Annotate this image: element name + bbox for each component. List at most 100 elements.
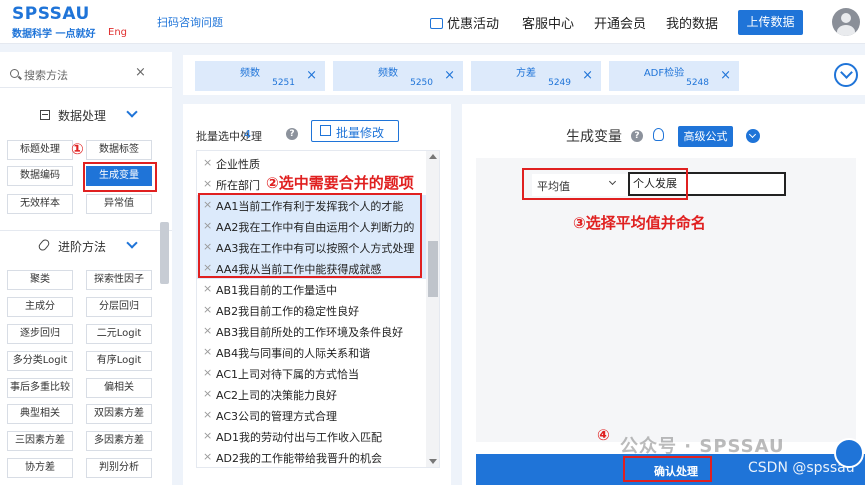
scroll-down-icon[interactable] [429, 459, 437, 464]
left-sidebar: 搜索方法 × 数据处理 标题处理 数据标签 数据编码 生成变量 无效样本 异常值… [0, 52, 172, 485]
annotation-step-3: ③选择平均值并命名 [573, 214, 706, 232]
close-icon[interactable]: × [135, 65, 146, 80]
list-item[interactable]: × AB4我与同事间的人际关系和谐 [197, 342, 427, 363]
nav-membership[interactable]: 开通会员 [594, 13, 646, 32]
generate-variable-panel: 生成变量 ? 高级公式 平均值 个人发展 确认处理 [462, 104, 865, 485]
history-tag[interactable]: ADF检验 5248 × [609, 61, 739, 91]
upload-data-button[interactable]: 上传数据 [738, 10, 803, 35]
section-data-processing[interactable]: 数据处理 [0, 100, 172, 130]
list-item[interactable]: × 企业性质 [197, 153, 427, 174]
wechat-watermark: 公众号 · SPSSAU [620, 436, 785, 457]
tool-efa[interactable]: 探索性因子 [86, 270, 152, 290]
tool-stepwise-regression[interactable]: 逐步回归 [7, 324, 73, 344]
list-item[interactable]: × AB1我目前的工作量适中 [197, 279, 427, 300]
close-icon[interactable]: × [720, 68, 731, 83]
tool-discriminant[interactable]: 判别分析 [86, 458, 152, 478]
selected-count: 4 [244, 128, 251, 141]
tool-ordinal-logit[interactable]: 有序Logit [86, 351, 152, 371]
tool-cluster[interactable]: 聚类 [7, 270, 73, 290]
close-icon[interactable]: × [203, 450, 212, 463]
english-link[interactable]: Eng [108, 27, 127, 38]
tool-invalid-sample[interactable]: 无效样本 [7, 194, 73, 214]
avatar[interactable] [832, 8, 860, 36]
close-icon[interactable]: × [203, 303, 212, 316]
close-icon[interactable]: × [203, 408, 212, 421]
highlight-selected-items [198, 193, 422, 278]
scroll-thumb[interactable] [428, 241, 438, 297]
top-header: SPSSAU 数据科学 一点就好 Eng 扫码咨询问题 优惠活动 客服中心 开通… [0, 0, 865, 44]
list-item[interactable]: × AC1上司对待下属的方式恰当 [197, 363, 427, 384]
tool-multinomial-logit[interactable]: 多分类Logit [7, 351, 73, 371]
tool-two-way-anova[interactable]: 双因素方差 [86, 404, 152, 424]
tool-multi-way-anova[interactable]: 多因素方差 [86, 431, 152, 451]
list-item[interactable]: × AB3我目前所处的工作环境及条件良好 [197, 321, 427, 342]
highlight-select-and-name [522, 168, 688, 200]
close-icon[interactable]: × [203, 366, 212, 379]
close-icon[interactable]: × [203, 345, 212, 358]
help-icon[interactable]: ? [286, 128, 298, 140]
tool-partial-correlation[interactable]: 偏相关 [86, 378, 152, 398]
chevron-down-circle-icon[interactable] [746, 129, 760, 143]
scan-consult-link[interactable]: 扫码咨询问题 [157, 14, 223, 30]
config-area [476, 158, 856, 442]
annotation-step-4: ④ [597, 426, 610, 444]
list-item[interactable]: × AD2我的工作能带给我晋升的机会 [197, 447, 427, 467]
paperclip-icon [37, 237, 51, 253]
method-search[interactable]: 搜索方法 × [0, 60, 172, 88]
tool-post-hoc[interactable]: 事后多重比较 [7, 378, 73, 398]
history-tag[interactable]: 频数 5250 × [333, 61, 463, 91]
panel-title: 生成变量 [566, 129, 622, 145]
close-icon[interactable]: × [306, 68, 317, 83]
logo-slogan: 数据科学 一点就好 [12, 29, 96, 40]
sidebar-scrollbar[interactable] [160, 222, 169, 284]
help-icon[interactable]: ? [631, 130, 643, 142]
expand-tags-chevron-icon[interactable] [834, 63, 858, 87]
list-item[interactable]: × AB2我目前工作的稳定性良好 [197, 300, 427, 321]
list-item[interactable]: × AC3公司的管理方式合理 [197, 405, 427, 426]
tool-outlier[interactable]: 异常值 [86, 194, 152, 214]
tool-covariance[interactable]: 协方差 [7, 458, 73, 478]
close-icon[interactable]: × [444, 68, 455, 83]
search-input[interactable]: 搜索方法 [24, 67, 68, 83]
history-tag[interactable]: 频数 5251 × [195, 61, 325, 91]
close-icon[interactable]: × [203, 387, 212, 400]
tool-data-label[interactable]: 数据标签 [86, 140, 152, 160]
advanced-formula-button[interactable]: 高级公式 [678, 126, 733, 147]
tool-hierarchical-regression[interactable]: 分层回归 [86, 297, 152, 317]
tool-pca[interactable]: 主成分 [7, 297, 73, 317]
annotation-step-1: ① [71, 140, 84, 158]
edit-icon [320, 125, 331, 136]
close-icon[interactable]: × [203, 177, 212, 190]
batch-select-label: 批量选中处理 [196, 130, 262, 143]
close-icon[interactable]: × [203, 324, 212, 337]
history-tag[interactable]: 方差 5249 × [471, 61, 601, 91]
section-advanced-methods[interactable]: 进阶方法 [0, 230, 172, 260]
nav-my-data[interactable]: 我的数据 [666, 13, 718, 32]
close-icon[interactable]: × [203, 282, 212, 295]
chat-icon[interactable] [834, 438, 864, 468]
close-icon[interactable]: × [203, 429, 212, 442]
lightbulb-icon[interactable] [653, 128, 664, 141]
highlight-confirm [623, 456, 712, 482]
history-tag-bar: 频数 5251 × 频数 5250 × 方差 5249 × ADF检验 5248… [183, 55, 865, 95]
gift-icon [430, 18, 443, 29]
tool-data-encoding[interactable]: 数据编码 [7, 166, 73, 186]
close-icon[interactable]: × [203, 156, 212, 169]
scroll-up-icon[interactable] [429, 154, 437, 159]
annotation-step-2: ②选中需要合并的题项 [266, 174, 414, 192]
tool-three-way-anova[interactable]: 三因素方差 [7, 431, 73, 451]
highlight-generate-variable [83, 162, 157, 192]
search-icon [10, 69, 19, 78]
list-scrollbar[interactable] [426, 151, 439, 467]
logo[interactable]: SPSSAU [12, 4, 90, 24]
tool-title-processing[interactable]: 标题处理 [7, 140, 73, 160]
tool-canonical-correlation[interactable]: 典型相关 [7, 404, 73, 424]
list-item[interactable]: × AC2上司的决策能力良好 [197, 384, 427, 405]
nav-service-center[interactable]: 客服中心 [522, 13, 574, 32]
list-icon [40, 110, 50, 120]
close-icon[interactable]: × [582, 68, 593, 83]
batch-edit-button[interactable]: 批量修改 [311, 120, 399, 142]
nav-promotions[interactable]: 优惠活动 [430, 13, 499, 32]
tool-binary-logit[interactable]: 二元Logit [86, 324, 152, 344]
list-item[interactable]: × AD1我的劳动付出与工作收入匹配 [197, 426, 427, 447]
